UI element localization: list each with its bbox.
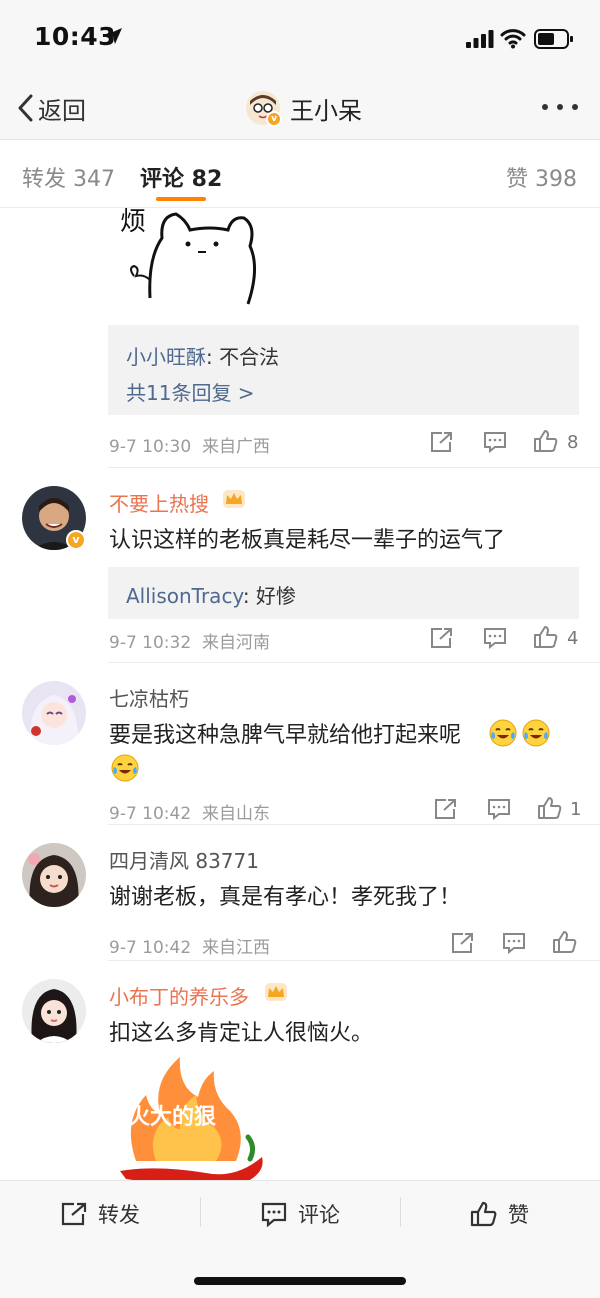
share-icon[interactable] <box>430 431 454 453</box>
like-count: 1 <box>570 799 582 820</box>
more-icon[interactable] <box>540 102 580 112</box>
wifi-icon <box>500 29 526 49</box>
laugh-cry-emoji <box>522 719 550 747</box>
fire-sticker: 火大的狠 <box>116 1051 266 1180</box>
comment-icon[interactable] <box>502 932 526 954</box>
comment-meta: 9-7 10:42 来自山东 <box>109 799 270 824</box>
verified-badge-icon: v <box>266 111 282 127</box>
comment-meta: 9-7 10:42 来自江西 <box>109 933 270 958</box>
comment-time: 9-7 10:42 <box>109 804 192 824</box>
comment-meta: 9-7 10:30 来自广西 <box>109 432 270 457</box>
tab-bar: 转发 347 评论 82 赞 398 <box>0 141 600 208</box>
status-bar: 10:43 <box>0 0 600 76</box>
reply-text: : 好惨 <box>242 584 296 608</box>
back-button[interactable]: 返回 <box>16 88 86 128</box>
comment-username[interactable]: 小布丁的养乐多 <box>109 981 249 1010</box>
repost-button[interactable]: 转发 <box>60 1197 140 1231</box>
comment-item: 四月清风 83771 谢谢老板，真是有孝心！孝死我了！ 9-7 10:42 来自… <box>0 825 600 961</box>
reply-text: : 不合法 <box>206 345 280 369</box>
comment-text: 谢谢老板，真是有孝心！孝死我了！ <box>109 885 462 910</box>
thumb-up-icon[interactable] <box>533 429 559 453</box>
comment-item: 烦 小小旺酥: 不合法 共11条回复 > 9-7 10:30 来自广西 8 <box>0 208 600 468</box>
comment-text: 要是我这种急脾气早就给他打起来呢 <box>109 717 461 749</box>
author-avatar[interactable]: v <box>246 91 282 127</box>
comment-item: 小布丁的养乐多 扣这么多肯定让人很恼火。 火大的狠 <box>0 961 600 1180</box>
comment-meta: 9-7 10:32 来自河南 <box>109 628 270 653</box>
laugh-cry-emoji <box>111 754 139 782</box>
comment-time: 9-7 10:32 <box>109 633 192 653</box>
repost-label: 转发 <box>98 1203 140 1227</box>
comment-icon[interactable] <box>483 431 507 453</box>
comment-username[interactable]: 七凉枯朽 <box>109 683 189 712</box>
reply-line: AllisonTracy: 好惨 <box>126 580 296 609</box>
back-label: 返回 <box>38 96 86 125</box>
like-button[interactable]: 赞 <box>470 1197 529 1231</box>
comment-text-content: 要是我这种急脾气早就给他打起来呢 <box>109 723 462 748</box>
reply-box[interactable]: AllisonTracy: 好惨 <box>108 567 579 619</box>
laugh-cry-emoji <box>489 719 517 747</box>
crown-icon <box>223 490 245 508</box>
comment-time: 9-7 10:30 <box>109 437 192 457</box>
comment-icon[interactable] <box>487 798 511 820</box>
comment-username[interactable]: 不要上热搜 <box>109 488 209 517</box>
tab-comments[interactable]: 评论 82 <box>140 161 222 193</box>
share-icon <box>61 1202 87 1226</box>
nav-bar: 返回 v 王小呆 <box>0 76 600 140</box>
avatar[interactable] <box>22 843 86 907</box>
reply-username[interactable]: 小小旺酥 <box>126 345 206 369</box>
comment-icon[interactable] <box>483 627 507 649</box>
comment-button[interactable]: 评论 <box>260 1197 340 1231</box>
svg-text:烦: 烦 <box>120 208 146 237</box>
comment-label: 评论 <box>298 1203 340 1227</box>
comment-time: 9-7 10:42 <box>109 938 192 958</box>
battery-icon <box>534 29 573 49</box>
reply-username[interactable]: AllisonTracy <box>126 584 243 608</box>
comment-text: 扣这么多肯定让人很恼火。 <box>109 1021 374 1046</box>
share-icon[interactable] <box>451 932 475 954</box>
reply-line: 小小旺酥: 不合法 <box>126 341 279 370</box>
sticker-text: 火大的狠 <box>128 1105 217 1130</box>
comment-item: 七凉枯朽 要是我这种急脾气早就给他打起来呢 9-7 10:42 来自山东 1 <box>0 663 600 825</box>
like-count: 4 <box>567 628 579 649</box>
reply-box[interactable]: 小小旺酥: 不合法 共11条回复 > <box>108 325 579 415</box>
avatar[interactable] <box>22 681 86 745</box>
comment-location: 来自广西 <box>201 437 270 457</box>
like-label: 赞 <box>508 1203 529 1227</box>
comment-location: 来自江西 <box>201 938 270 958</box>
avatar[interactable] <box>22 979 86 1043</box>
page-title: 王小呆 <box>290 96 362 125</box>
comment-item: v 不要上热搜 认识这样的老板真是耗尽一辈子的运气了 AllisonTracy:… <box>0 468 600 663</box>
home-indicator[interactable] <box>194 1277 406 1285</box>
share-icon[interactable] <box>430 627 454 649</box>
tab-likes[interactable]: 赞 398 <box>506 161 577 193</box>
divider <box>400 1197 401 1227</box>
tab-repost[interactable]: 转发 347 <box>22 161 115 193</box>
share-icon[interactable] <box>434 798 458 820</box>
comment-icon <box>261 1202 287 1227</box>
view-replies-link[interactable]: 共11条回复 > <box>126 377 255 406</box>
thumb-up-icon[interactable] <box>533 625 559 649</box>
comment-username[interactable]: 四月清风 83771 <box>109 845 259 874</box>
like-count: 8 <box>567 432 579 453</box>
thumb-up-icon <box>470 1201 497 1227</box>
location-arrow-icon <box>106 28 122 44</box>
comment-list: 烦 小小旺酥: 不合法 共11条回复 > 9-7 10:30 来自广西 8 v … <box>0 208 600 1180</box>
bear-sticker: 烦 <box>120 208 256 305</box>
comment-location: 来自河南 <box>201 633 270 653</box>
verified-badge-icon: v <box>66 530 86 550</box>
signal-icon <box>466 30 494 48</box>
chevron-left-icon <box>18 94 33 122</box>
nav-author[interactable]: v 王小呆 <box>246 86 362 130</box>
thumb-up-icon[interactable] <box>537 796 563 820</box>
thumb-up-icon[interactable] <box>552 930 578 954</box>
active-tab-indicator <box>156 197 206 201</box>
comment-text: 认识这样的老板真是耗尽一辈子的运气了 <box>109 528 506 553</box>
divider <box>200 1197 201 1227</box>
crown-icon <box>265 983 287 1001</box>
comment-location: 来自山东 <box>201 804 270 824</box>
